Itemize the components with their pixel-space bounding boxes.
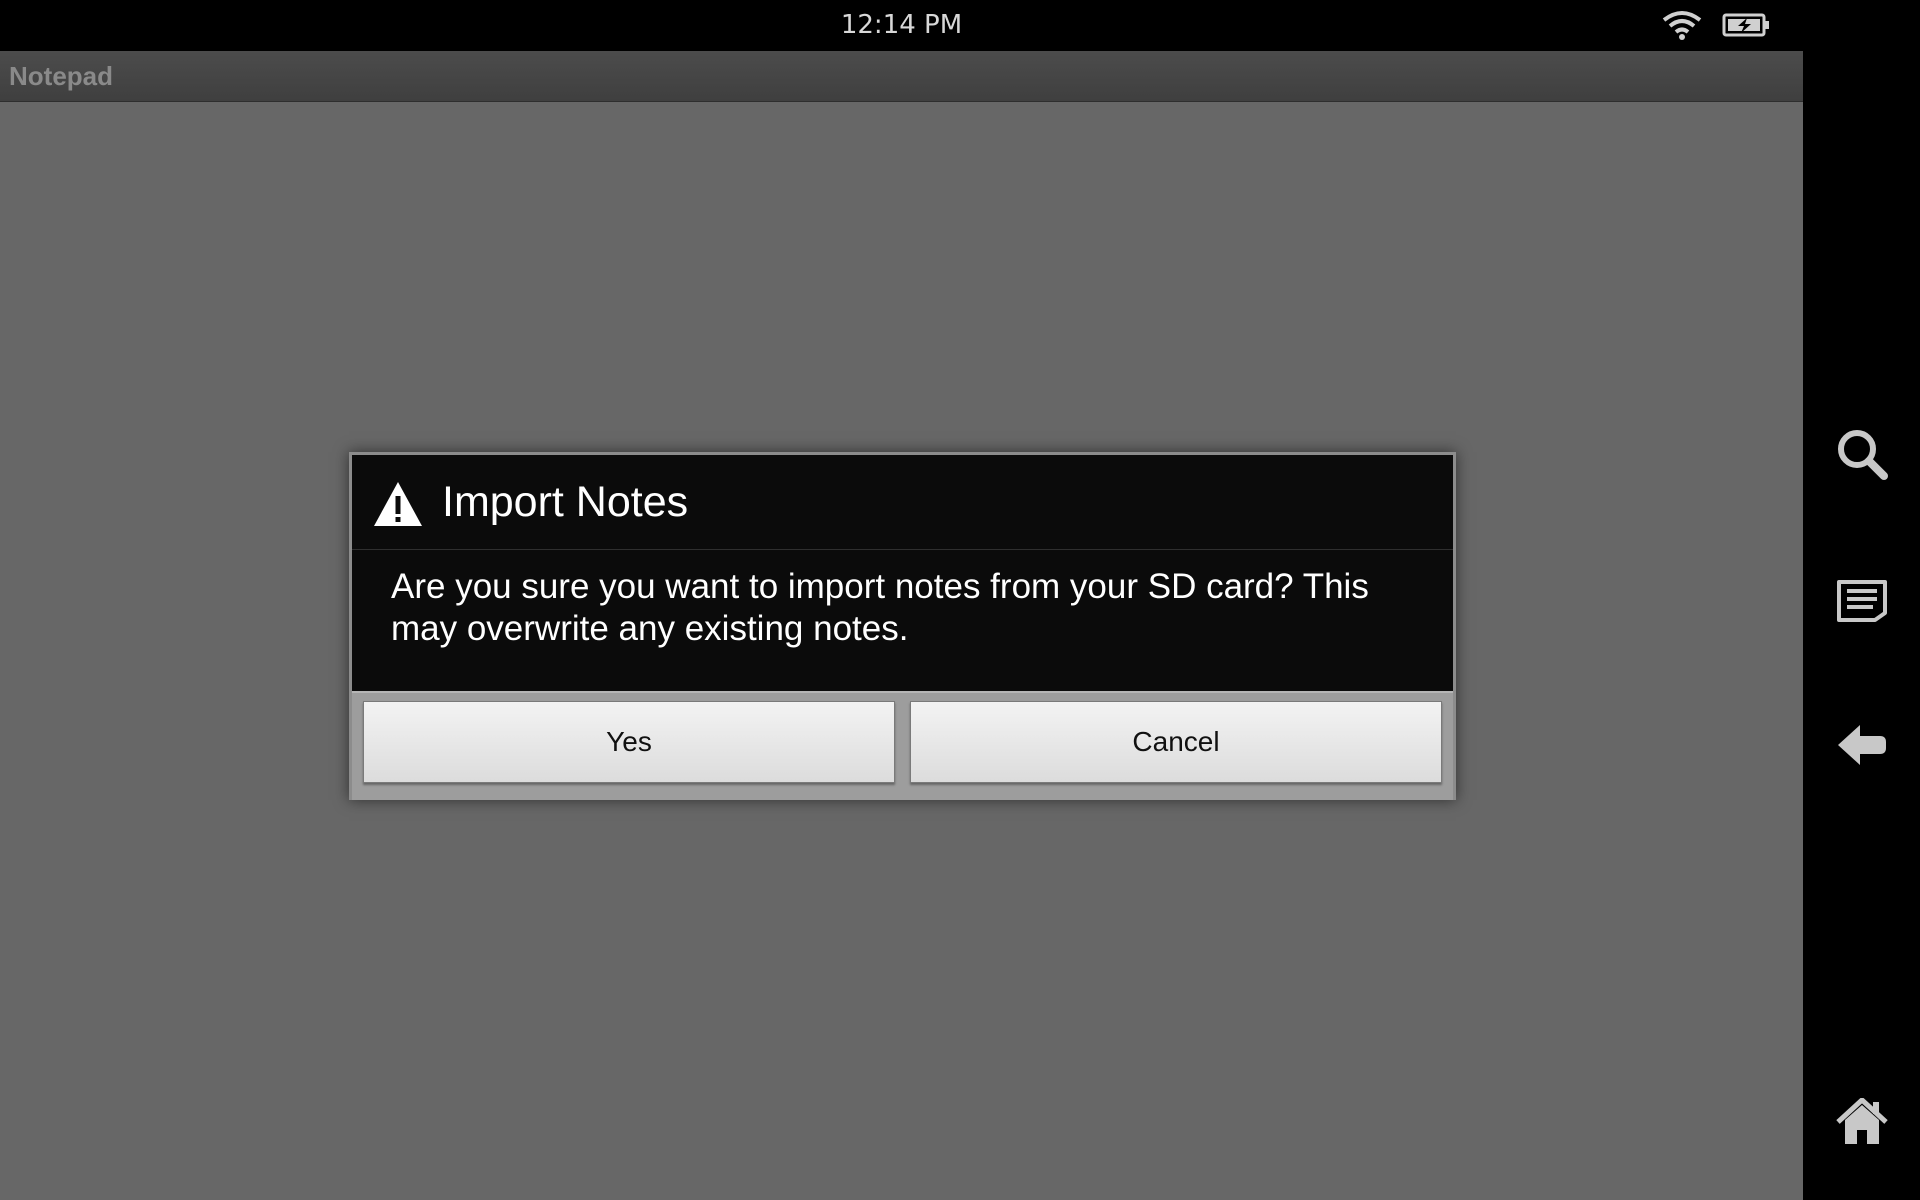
cancel-button[interactable]: Cancel [910,701,1442,783]
dialog-title: Import Notes [442,478,689,526]
search-button[interactable] [1803,409,1920,499]
warning-icon [374,482,422,526]
battery-charging-icon [1722,13,1769,37]
dialog-message: Are you sure you want to import notes fr… [391,567,1369,648]
dialog-header: Import Notes [352,455,1453,550]
action-bar: Notepad [0,51,1803,102]
app-title: Notepad [9,61,113,91]
back-button[interactable] [1803,700,1920,790]
dialog-button-bar: Yes Cancel [352,691,1453,800]
navigation-bar [1803,0,1920,1200]
back-icon [1837,725,1886,765]
menu-icon [1836,580,1887,622]
menu-button[interactable] [1803,556,1920,646]
home-icon [1835,1098,1888,1144]
clock: 12:14 PM [840,10,963,40]
wifi-icon [1662,11,1702,40]
home-button[interactable] [1803,1077,1920,1167]
import-notes-dialog: Import Notes Are you sure you want to im… [349,452,1456,800]
status-bar: 12:14 PM [0,0,1803,51]
yes-button[interactable]: Yes [363,701,895,783]
search-icon [1837,430,1888,480]
